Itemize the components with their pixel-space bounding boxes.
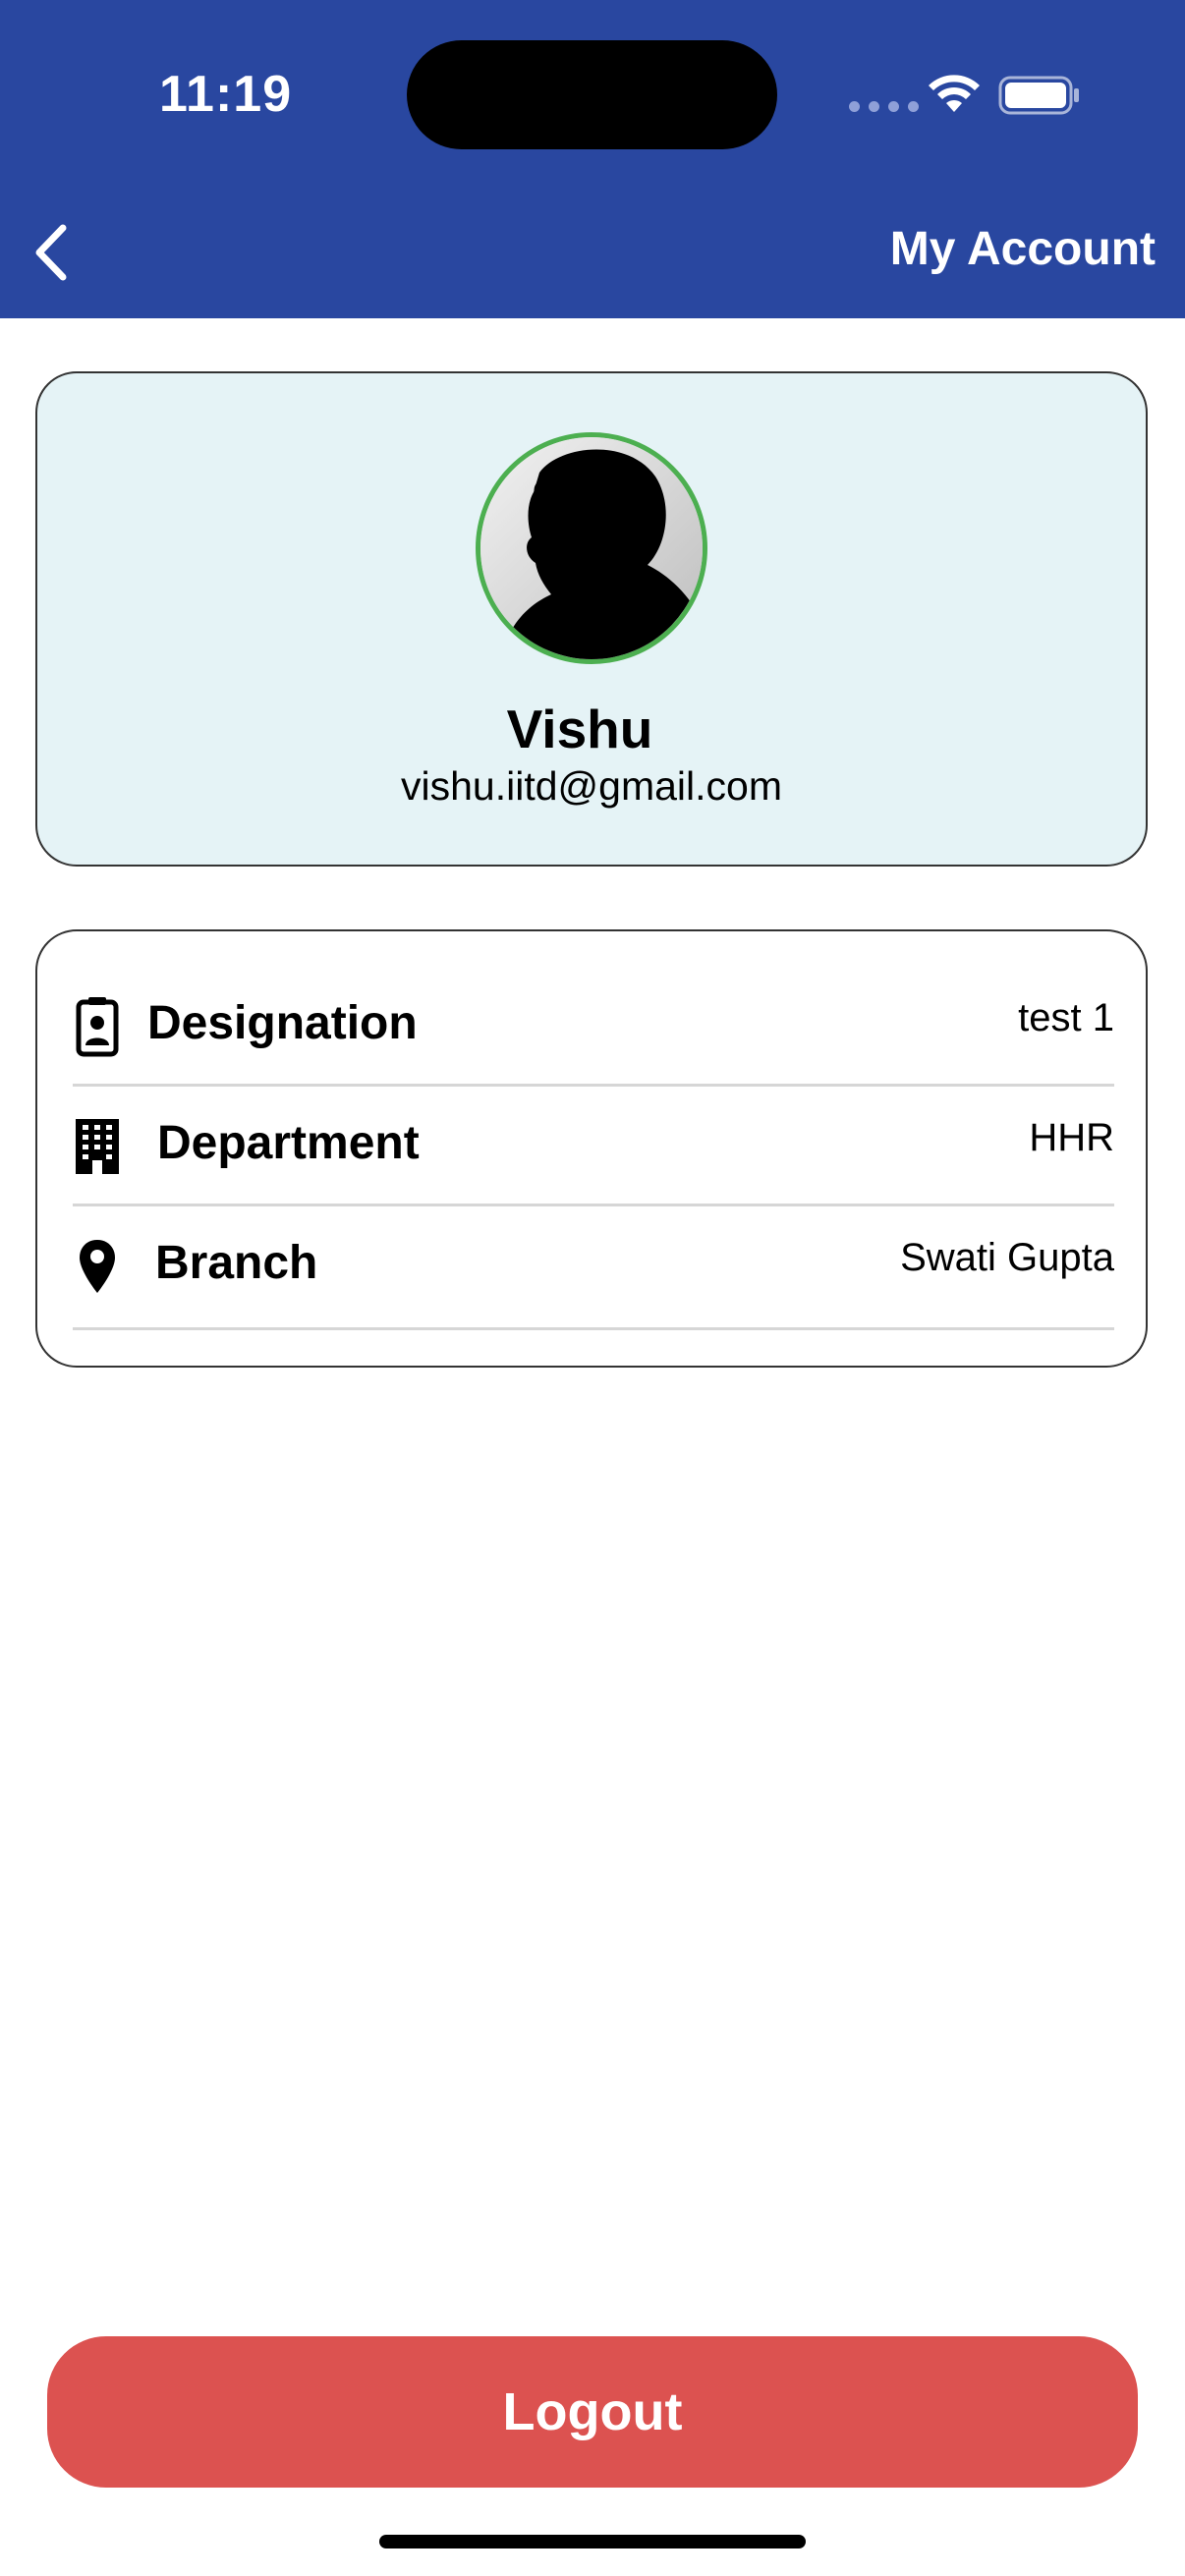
detail-row-department: Department HHR — [73, 1087, 1114, 1206]
profile-name: Vishu — [506, 699, 653, 759]
status-time: 11:19 — [159, 66, 293, 123]
branch-label: Branch — [155, 1237, 318, 1289]
department-label: Department — [157, 1117, 420, 1169]
profile-card: Vishu vishu.iitd@gmail.com — [35, 371, 1148, 867]
logout-button[interactable]: Logout — [47, 2336, 1138, 2488]
branch-value: Swati Gupta — [900, 1236, 1114, 1279]
dynamic-island — [407, 40, 777, 149]
app-header: 11:19 My Account — [0, 0, 1185, 318]
home-indicator — [379, 2535, 806, 2548]
signal-dots-icon — [849, 101, 919, 112]
id-badge-icon — [73, 994, 122, 1059]
wifi-icon — [929, 75, 980, 112]
details-card: Designation test 1 Department HHR Branch… — [35, 929, 1148, 1368]
avatar[interactable] — [476, 432, 707, 664]
detail-row-branch: Branch Swati Gupta — [73, 1206, 1114, 1330]
department-value: HHR — [1029, 1116, 1114, 1159]
designation-label: Designation — [147, 997, 418, 1049]
page-title: My Account — [889, 223, 1156, 275]
map-pin-icon — [73, 1234, 122, 1299]
detail-row-designation: Designation test 1 — [73, 967, 1114, 1087]
back-button[interactable] — [22, 218, 81, 287]
building-icon — [73, 1114, 122, 1179]
chevron-left-icon — [35, 224, 67, 281]
battery-icon — [998, 76, 1079, 115]
profile-email: vishu.iitd@gmail.com — [401, 763, 782, 809]
designation-value: test 1 — [1018, 996, 1114, 1039]
